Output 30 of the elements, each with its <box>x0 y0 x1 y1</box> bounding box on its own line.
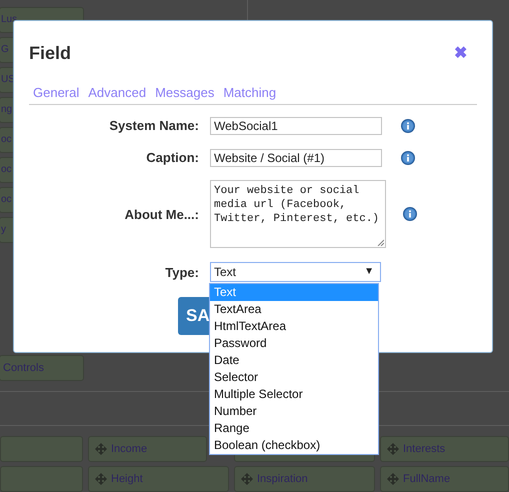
text-area[interactable]: Your website or social media url (Facebook, Twitter, Pinterest, etc.) <box>210 180 386 248</box>
close-button[interactable]: ✖ <box>454 43 477 63</box>
text-field[interactable]: Website / Social (#1) <box>210 148 382 166</box>
move-icon <box>387 443 399 455</box>
dropdown-option[interactable]: Range <box>210 420 378 437</box>
info-icon <box>403 207 417 221</box>
dialog-title: Field <box>29 42 72 64</box>
type-dropdown[interactable]: Text ▼ <box>210 262 381 282</box>
info-icon <box>401 118 415 132</box>
field-label: System Name: <box>108 118 200 133</box>
dropdown-option[interactable]: Boolean (checkbox) <box>210 437 378 454</box>
dropdown-option[interactable]: TextArea <box>210 301 378 318</box>
move-icon <box>387 473 399 485</box>
field-label: Type: <box>164 264 200 280</box>
move-icon <box>241 473 253 485</box>
dropdown-option[interactable]: Selector <box>210 369 378 386</box>
dropdown-option[interactable]: Password <box>210 335 378 352</box>
caret-icon: ▼ <box>364 265 377 279</box>
dropdown-value: Text <box>214 265 236 279</box>
dropdown-option[interactable]: HtmlTextArea <box>210 318 378 335</box>
resize-grip-icon <box>377 239 384 246</box>
field-label: About Me...: <box>124 206 200 222</box>
dropdown-option[interactable]: Multiple Selector <box>210 386 378 403</box>
text-field[interactable]: WebSocial1 <box>210 116 382 134</box>
info-icon <box>401 150 415 164</box>
move-icon <box>95 473 107 485</box>
move-icon <box>95 443 107 455</box>
dropdown-option[interactable]: Date <box>210 352 378 369</box>
dropdown-option[interactable]: Number <box>210 403 378 420</box>
field-label: Caption: <box>145 150 200 165</box>
